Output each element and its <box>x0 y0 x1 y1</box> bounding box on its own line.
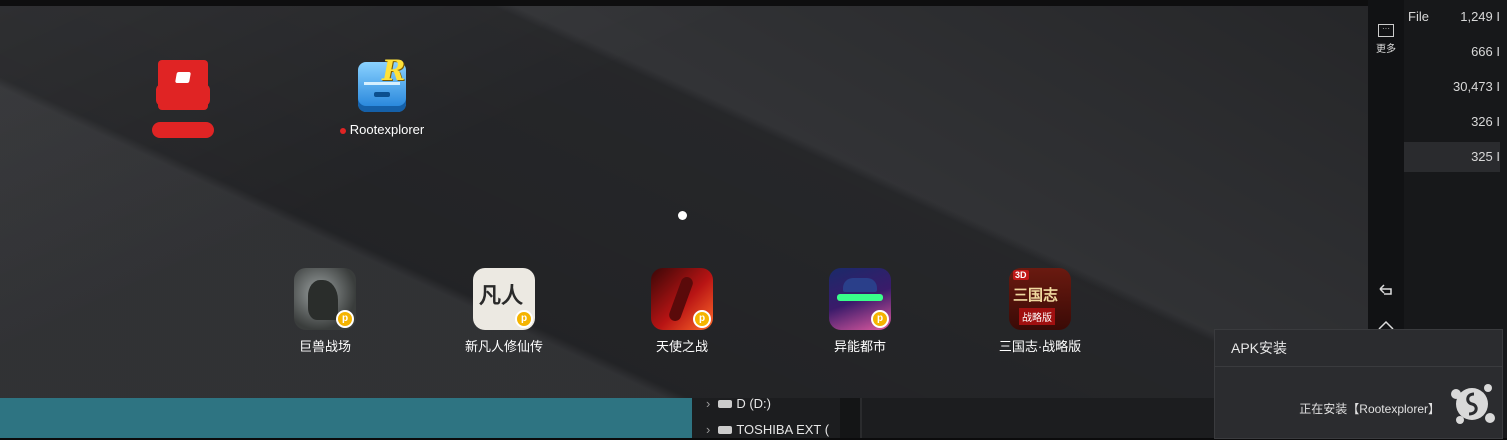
dock-app-label: 新凡人修仙传 <box>464 339 543 354</box>
home-icon <box>1378 320 1394 330</box>
file-size: 1,249 I <box>1460 9 1500 24</box>
dock-app-superpower-city[interactable]: p 异能都市 <box>810 268 910 355</box>
background-window-teal <box>0 398 692 438</box>
red-app-icon <box>156 60 210 110</box>
apk-dialog-title: APK安装 <box>1215 330 1502 367</box>
dock-app-angel-war[interactable]: p 天使之战 <box>632 268 732 355</box>
drive-item-toshiba[interactable]: › TOSHIBA EXT ( <box>706 420 829 440</box>
drive-icon <box>718 400 733 408</box>
drive-item-d[interactable]: › D (D:) <box>706 394 771 414</box>
root-explorer-icon: R <box>356 54 408 114</box>
red-app[interactable] <box>150 60 216 138</box>
file-row[interactable]: 326 I <box>1404 107 1500 137</box>
drive-icon <box>718 426 733 434</box>
giant-beast-game-icon: p <box>294 268 356 330</box>
emulator-top-bar <box>0 0 1368 6</box>
dock-app-label: 异能都市 <box>833 339 886 354</box>
back-button[interactable] <box>1378 282 1394 299</box>
file-size: 325 I <box>1471 149 1500 164</box>
rootexplorer-app[interactable]: R Rootexplorer <box>332 54 432 137</box>
drive-label: TOSHIBA EXT ( <box>736 422 830 437</box>
superpower-city-game-icon: p <box>829 268 891 330</box>
file-row-selected[interactable]: 325 I <box>1404 142 1500 172</box>
3d-tag: 3D <box>1013 270 1029 280</box>
dock-app-three-kingdoms[interactable]: 3D 三国志 战略版 三国志·战略版 <box>990 268 1090 355</box>
dock-app-label: 三国志·战略版 <box>998 339 1082 354</box>
page-indicator-dot[interactable] <box>678 211 687 220</box>
emulator-screen: R Rootexplorer p 巨兽战场 凡人 p 新凡人修仙传 p 天使之战 <box>0 0 1368 398</box>
angel-war-game-icon: p <box>651 268 713 330</box>
more-button[interactable]: ··· 更多 <box>1368 24 1404 55</box>
file-size: 666 I <box>1471 44 1500 59</box>
dock-app-label: 天使之战 <box>655 339 708 354</box>
apk-install-status: 正在安装【Rootexplorer】 <box>1299 402 1440 416</box>
chevron-right-icon: › <box>706 422 711 437</box>
back-icon <box>1379 284 1392 295</box>
file-size: 30,473 I <box>1453 79 1500 94</box>
mortal-cultivation-game-icon: 凡人 p <box>473 268 535 330</box>
rootexplorer-label: Rootexplorer <box>349 122 425 137</box>
dock-app-giant-beast[interactable]: p 巨兽战场 <box>275 268 375 355</box>
file-size: 326 I <box>1471 114 1500 129</box>
chevron-right-icon: › <box>706 396 711 411</box>
file-row[interactable]: 666 I <box>1404 37 1500 67</box>
file-row[interactable]: 30,473 I <box>1404 72 1500 102</box>
dock-app-mortal-cultivation[interactable]: 凡人 p 新凡人修仙传 <box>454 268 554 355</box>
splash-logo-icon <box>1451 384 1495 424</box>
three-kingdoms-game-icon: 3D 三国志 战略版 <box>1009 268 1071 330</box>
icon-subtitle-text: 战略版 <box>1019 308 1055 325</box>
icon-calligraphy-text: 凡人 <box>479 283 524 309</box>
game-center-badge-icon: p <box>336 310 354 328</box>
new-install-dot <box>339 127 346 134</box>
apk-install-dialog: APK安装 正在安装【Rootexplorer】 <box>1215 330 1502 438</box>
icon-title-text: 三国志 <box>1013 286 1059 304</box>
more-label: 更多 <box>1376 44 1396 55</box>
game-center-badge-icon: p <box>693 310 711 328</box>
drive-label: D (D:) <box>736 396 772 411</box>
game-center-badge-icon: p <box>871 310 889 328</box>
game-center-badge-icon: p <box>515 310 533 328</box>
dock-app-label: 巨兽战场 <box>298 339 351 354</box>
file-row[interactable]: 1,249 I <box>1404 2 1500 32</box>
red-app-label-redacted <box>152 122 214 138</box>
more-icon: ··· <box>1378 24 1394 37</box>
